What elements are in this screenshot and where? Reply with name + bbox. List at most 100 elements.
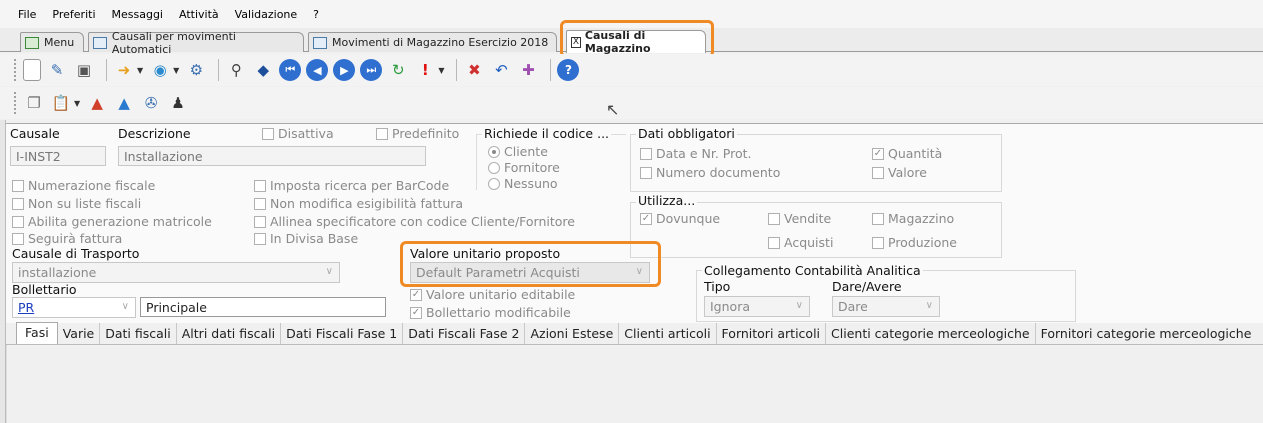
- undo-icon[interactable]: ↶: [490, 59, 512, 81]
- vendite-checkbox[interactable]: Vendite: [768, 211, 831, 226]
- tab-movimenti-magazzino-label: Movimenti di Magazzino Esercizio 2018: [332, 36, 549, 49]
- causale-field[interactable]: I-INST2: [10, 146, 106, 166]
- magazzino-checkbox[interactable]: Magazzino: [872, 211, 954, 226]
- menu-help[interactable]: ?: [305, 8, 327, 21]
- menu-validazione[interactable]: Validazione: [227, 8, 306, 21]
- tab-movimenti-magazzino[interactable]: Movimenti di Magazzino Esercizio 2018: [308, 32, 557, 52]
- allinea-specificatore-checkbox[interactable]: Allinea specificatore con codice Cliente…: [254, 214, 575, 229]
- barcode-checkbox[interactable]: Imposta ricerca per BarCode: [254, 178, 449, 193]
- tab-dati-fiscali-fase-1[interactable]: Dati Fiscali Fase 1: [281, 323, 404, 344]
- produzione-label: Produzione: [888, 235, 957, 250]
- last-record-icon[interactable]: ⏭: [360, 59, 383, 81]
- tab-causali-automatici[interactable]: Causali per movimenti Automatici: [88, 30, 304, 56]
- tab-clienti-articoli[interactable]: Clienti articoli: [619, 323, 717, 344]
- menu-attivita[interactable]: Attività: [171, 8, 227, 21]
- chevron-down-icon: ∨: [795, 300, 803, 311]
- esigibilita-checkbox[interactable]: Non modifica esigibilità fattura: [254, 196, 463, 211]
- refresh-icon[interactable]: ↻: [387, 59, 409, 81]
- numerazione-fiscale-checkbox[interactable]: Numerazione fiscale: [12, 178, 155, 193]
- non-su-liste-fiscali-label: Non su liste fiscali: [28, 196, 142, 211]
- chevron-down-icon[interactable]: ▼: [137, 66, 143, 75]
- tab-fasi[interactable]: Fasi: [16, 322, 58, 344]
- delete-icon[interactable]: ✖: [463, 59, 485, 81]
- copy-icon[interactable]: ❐: [23, 92, 45, 114]
- collegamento-label: Collegamento Contabilità Analitica: [702, 263, 923, 278]
- save-icon[interactable]: ▣: [73, 59, 95, 81]
- radio-dot: [488, 161, 500, 174]
- tab-clienti-categorie[interactable]: Clienti categorie merceologiche: [826, 323, 1036, 344]
- quantita-checkbox[interactable]: ✓ Quantità: [872, 146, 942, 161]
- acquisti-label: Acquisti: [784, 235, 834, 250]
- user-icon[interactable]: ♟: [167, 92, 189, 114]
- chart-icon[interactable]: ▲: [86, 92, 108, 114]
- chevron-down-icon[interactable]: ▼: [438, 66, 444, 75]
- seguira-fattura-checkbox[interactable]: Seguirà fattura: [12, 231, 122, 246]
- previous-record-icon[interactable]: ◀: [306, 59, 329, 81]
- chevron-down-icon[interactable]: ▼: [173, 66, 179, 75]
- radio-fornitore[interactable]: Fornitore: [488, 160, 560, 175]
- binoculars-icon[interactable]: ◆: [252, 59, 274, 81]
- next-record-icon[interactable]: ▶: [333, 59, 356, 81]
- numero-documento-checkbox[interactable]: Numero documento: [640, 165, 780, 180]
- acquisti-checkbox[interactable]: Acquisti: [768, 235, 833, 250]
- first-record-icon[interactable]: ⏮: [279, 59, 302, 81]
- toolbar-grip[interactable]: [14, 92, 17, 114]
- tipo-value: Ignora: [710, 299, 750, 314]
- compass-icon[interactable]: ✇: [140, 92, 162, 114]
- radio-cliente[interactable]: Cliente: [488, 144, 548, 159]
- check-icon: ✓: [640, 212, 652, 225]
- valore-unitario-highlight: [400, 241, 661, 287]
- secondary-toolbar: ❐ 📋 ▼ ▲ ▲ ✇ ♟: [0, 87, 1263, 119]
- radio-nessuno[interactable]: Nessuno: [488, 176, 558, 191]
- main-toolbar: ✎ ▣ ➜ ▼ ◉ ▼ ⚙ ⚲ ◆ ⏮ ◀ ▶ ⏭ ↻ ! ▼ ✖ ↶ ✚ ?: [0, 54, 1263, 86]
- tab-varie[interactable]: Varie: [58, 323, 101, 344]
- abilita-matricole-checkbox[interactable]: Abilita generazione matricole: [12, 214, 212, 229]
- tab-dati-fiscali-fase-2[interactable]: Dati Fiscali Fase 2: [403, 323, 526, 344]
- alert-icon[interactable]: !: [414, 59, 436, 81]
- non-su-liste-fiscali-checkbox[interactable]: Non su liste fiscali: [12, 196, 141, 211]
- globe-icon[interactable]: ◉: [149, 59, 171, 81]
- bollettario-description-field[interactable]: Principale: [140, 297, 386, 317]
- abilita-matricole-label: Abilita generazione matricole: [28, 214, 212, 229]
- data-prot-checkbox[interactable]: Data e Nr. Prot.: [640, 146, 751, 161]
- tab-fornitori-articoli[interactable]: Fornitori articoli: [717, 323, 827, 344]
- dare-avere-select[interactable]: Dare ∨: [832, 296, 940, 317]
- bollettario-modificabile-checkbox[interactable]: ✓ Bollettario modificabile: [410, 305, 571, 320]
- tipo-select[interactable]: Ignora ∨: [704, 296, 810, 317]
- descrizione-field[interactable]: Installazione: [118, 146, 426, 166]
- divisa-base-checkbox[interactable]: In Divisa Base: [254, 231, 358, 246]
- produzione-checkbox[interactable]: Produzione: [872, 235, 957, 250]
- search-icon[interactable]: ⚲: [225, 59, 247, 81]
- export-icon[interactable]: ➜: [113, 59, 135, 81]
- tab-menu[interactable]: Menu: [20, 32, 84, 52]
- menu-file[interactable]: File: [10, 8, 44, 21]
- edit-document-icon[interactable]: ✎: [46, 59, 68, 81]
- causale-trasporto-select[interactable]: installazione ∨: [12, 262, 340, 283]
- new-document-icon[interactable]: [23, 59, 41, 81]
- checkbox-box: [12, 215, 24, 228]
- toolbar-grip[interactable]: [14, 59, 17, 81]
- dovunque-checkbox[interactable]: ✓ Dovunque: [640, 211, 720, 226]
- toolbar-separator: [218, 59, 220, 81]
- settings-icon[interactable]: ⚙: [185, 59, 207, 81]
- disattiva-checkbox[interactable]: Disattiva: [262, 126, 334, 141]
- tab-altri-dati-fiscali[interactable]: Altri dati fiscali: [177, 323, 282, 344]
- bollettario-code-select[interactable]: PR ∨: [12, 297, 136, 318]
- barcode-label: Imposta ricerca per BarCode: [270, 178, 450, 193]
- checkbox-box: [768, 212, 780, 225]
- richiede-codice-label: Richiede il codice ...: [482, 126, 612, 141]
- chevron-down-icon[interactable]: ▼: [74, 99, 80, 108]
- menu-preferiti[interactable]: Preferiti: [44, 8, 103, 21]
- tab-dati-fiscali[interactable]: Dati fiscali: [100, 323, 177, 344]
- tab-azioni-estese[interactable]: Azioni Estese: [525, 323, 620, 344]
- paste-icon[interactable]: 📋: [50, 92, 72, 114]
- valore-editabile-checkbox[interactable]: ✓ Valore unitario editabile: [410, 287, 575, 302]
- predefinito-checkbox[interactable]: Predefinito: [376, 126, 459, 141]
- tab-fornitori-categorie[interactable]: Fornitori categorie merceologiche: [1036, 323, 1257, 344]
- check-icon: ✓: [410, 306, 422, 319]
- help-icon[interactable]: ?: [557, 59, 580, 81]
- valore-checkbox[interactable]: Valore: [872, 165, 927, 180]
- menu-messaggi[interactable]: Messaggi: [104, 8, 171, 21]
- chart-icon[interactable]: ▲: [113, 92, 135, 114]
- tools-icon[interactable]: ✚: [517, 59, 539, 81]
